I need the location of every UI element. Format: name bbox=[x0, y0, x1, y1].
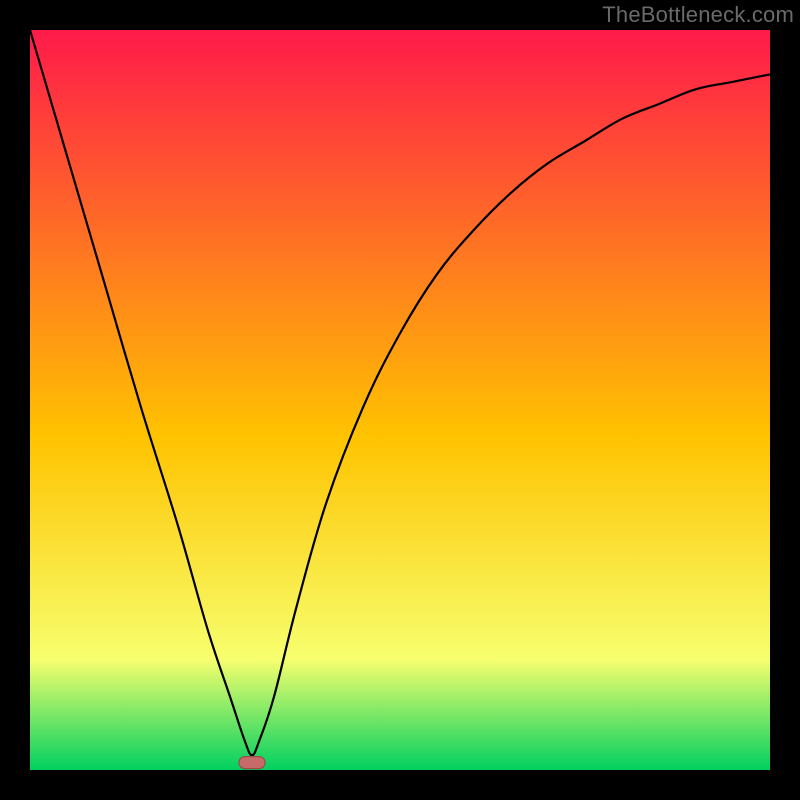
watermark-text: TheBottleneck.com bbox=[602, 2, 794, 28]
bottleneck-chart bbox=[0, 0, 800, 800]
chart-container: TheBottleneck.com bbox=[0, 0, 800, 800]
plot-area bbox=[30, 30, 770, 770]
optimal-marker bbox=[239, 757, 265, 769]
